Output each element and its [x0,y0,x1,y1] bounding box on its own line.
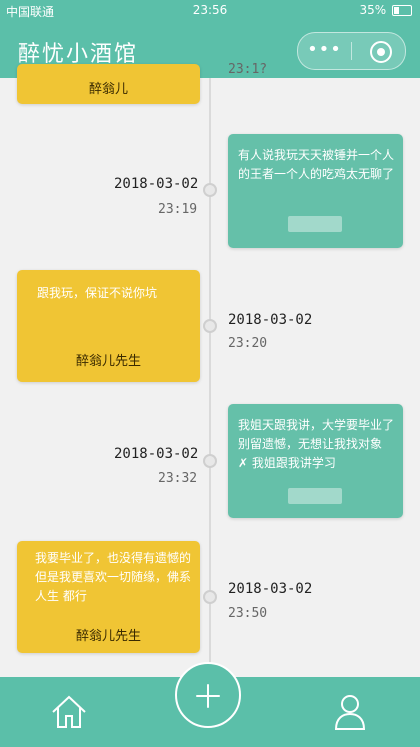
close-target-button[interactable] [370,41,392,63]
image-placeholder [288,216,342,232]
card-author: 醉翁儿先生 [75,629,141,644]
timeline-card[interactable]: 有人说我玩天天被锤并一个人的王者一个人的吃鸡太无聊了 [228,134,403,248]
battery-indicator: 35% [359,3,412,17]
timeline-dot [203,590,217,604]
entry-time: 23:32 [158,471,198,486]
entry-time: 23:20 [228,336,268,351]
battery-icon [392,5,412,16]
home-icon[interactable] [50,694,88,730]
timeline-card[interactable]: 跟我玩，保证不说你坑 醉翁儿先生 [17,270,200,382]
card-author: 醉翁儿先生 [75,354,141,369]
entry-date: 2018-03-02 [114,446,199,462]
timeline-dot [203,183,217,197]
entry-time: 23:50 [228,606,268,621]
timeline-card[interactable]: 我姐天跟我讲，大学要毕业了别留遗憾，无想让我找对象 ✗ 我姐跟我讲学习 [228,404,403,518]
timeline-dot [203,454,217,468]
timeline-card-top[interactable]: 醉翁儿 [17,64,200,104]
timeline-dot [203,319,217,333]
add-button[interactable] [175,662,241,728]
mini-program-capsule: ••• [297,32,406,70]
entry-date: 2018-03-02 [114,176,199,192]
clock: 23:56 [192,3,228,17]
timeline-axis [209,78,211,678]
card-text: 有人说我玩天天被锤并一个人的王者一个人的吃鸡太无聊了 [238,148,395,181]
battery-percent: 35% [359,3,387,17]
image-placeholder [288,488,342,504]
entry-date: 2018-03-02 [228,581,313,597]
user-icon[interactable] [333,693,367,731]
card-text: 我姐天跟我讲，大学要毕业了别留遗憾，无想让我找对象 ✗ 我姐跟我讲学习 [238,418,395,470]
status-bar: 中国联通 23:56 35% [0,0,420,22]
entry-date: 2018-03-02 [228,312,313,328]
entry-time: 23:19 [158,202,198,217]
capsule-divider [351,42,352,60]
card-text: 我要毕业了，也没得有遗憾的 但是我更喜欢一切随缘，佛系人生 都行 [35,551,192,603]
card-author: 醉翁儿 [88,82,128,97]
timeline-card[interactable]: 我要毕业了，也没得有遗憾的 但是我更喜欢一切随缘，佛系人生 都行 醉翁儿先生 [17,541,200,653]
entry-time-top: 23:1? [228,62,268,77]
card-text: 跟我玩，保证不说你坑 [37,286,158,300]
more-button[interactable]: ••• [298,33,351,69]
